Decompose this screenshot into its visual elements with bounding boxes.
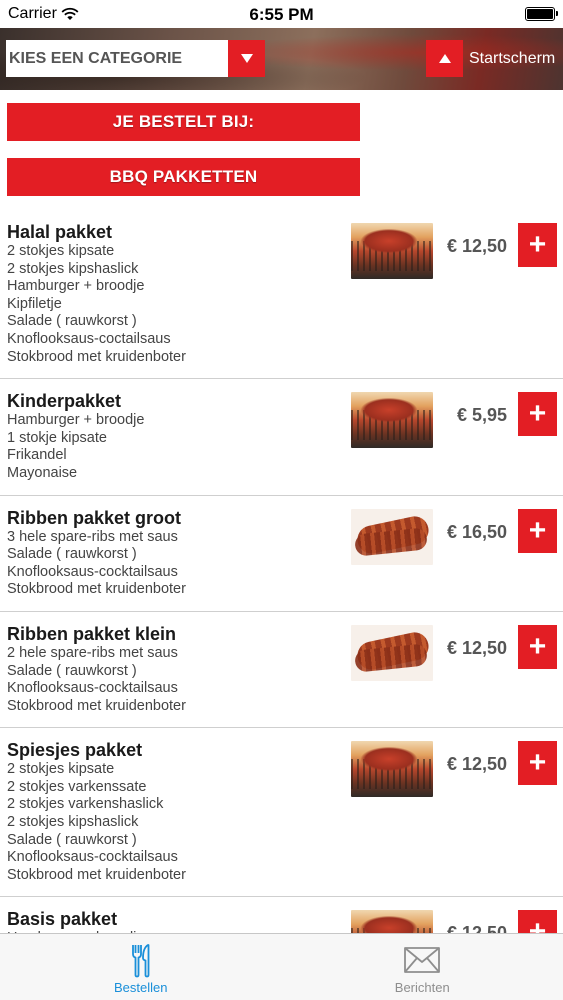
triangle-down-icon bbox=[240, 54, 253, 63]
tab-bar: Bestellen Berichten bbox=[0, 933, 563, 1000]
product-row: Ribben pakket klein 2 hele spare-ribs met… bbox=[0, 612, 563, 729]
product-item-line: Frikandel bbox=[7, 447, 67, 464]
add-to-cart-button[interactable]: + bbox=[518, 508, 557, 553]
category-banner: BBQ PAKKETTEN bbox=[7, 158, 360, 196]
home-arrow bbox=[426, 40, 463, 77]
tab-berichten[interactable]: Berichten bbox=[282, 934, 563, 1000]
product-item-line: Salade ( rauwkorst ) bbox=[7, 831, 137, 848]
product-item-line: 1 stokje kipsate bbox=[7, 429, 107, 446]
product-item-line: Salade ( rauwkorst ) bbox=[7, 313, 137, 330]
product-row: Spiesjes pakket 2 stokjes kipsate 2 stokje… bbox=[0, 728, 563, 898]
product-price: € 12,50 bbox=[446, 637, 507, 658]
product-price: € 12,50 bbox=[446, 236, 507, 256]
add-to-cart-button[interactable]: + bbox=[518, 223, 557, 267]
tab-bestellen[interactable]: Bestellen bbox=[0, 934, 282, 1000]
product-item-line: Stokbrood met kruidenboter bbox=[7, 866, 186, 883]
product-image bbox=[351, 910, 433, 933]
add-to-cart-button[interactable]: + bbox=[518, 624, 557, 669]
product-item-line: Knoflooksaus-cocktailsaus bbox=[7, 563, 178, 580]
product-item-line: Hamburger + broodje bbox=[7, 278, 145, 295]
battery-icon bbox=[525, 7, 558, 21]
add-to-cart-button[interactable]: + bbox=[518, 741, 557, 786]
product-price: € 12,50 bbox=[446, 754, 507, 775]
product-item-line: Stokbrood met kruidenboter bbox=[7, 697, 186, 714]
status-time: 6:55 PM bbox=[249, 5, 314, 24]
product-price: € 12,50 bbox=[447, 923, 507, 933]
product-item-line: 2 stokjes varkenssate bbox=[7, 778, 147, 795]
add-to-cart-button[interactable]: + bbox=[518, 910, 557, 933]
product-item-line: 2 stokjes kipshaslick bbox=[7, 814, 139, 831]
product-price: € 16,50 bbox=[446, 521, 507, 542]
product-image bbox=[351, 508, 433, 565]
product-price: € 5,95 bbox=[456, 405, 507, 426]
product-item-line: Kipfiletje bbox=[7, 295, 62, 312]
product-item-line: Salade ( rauwkorst ) bbox=[7, 662, 137, 679]
product-row: Kinderpakket Hamburger + broodje 1 stokje … bbox=[0, 379, 563, 496]
add-to-cart-button[interactable]: + bbox=[518, 392, 557, 437]
triangle-up-icon bbox=[438, 54, 451, 63]
product-item-line: Knoflooksaus-cocktailsaus bbox=[7, 849, 178, 866]
product-list[interactable]: Halal pakket 2 stokjes kipsate 2 stokjes k… bbox=[0, 210, 563, 933]
product-image bbox=[351, 624, 433, 681]
product-item-line: 2 stokjes kipshaslick bbox=[7, 260, 139, 277]
tab-bestellen-label: Bestellen bbox=[114, 980, 168, 995]
tab-berichten-label: Berichten bbox=[394, 980, 450, 995]
product-item-line: 2 stokjes varkenshaslick bbox=[7, 796, 164, 813]
product-item-line: Salade ( rauwkorst ) bbox=[7, 546, 137, 563]
category-dropdown-button[interactable] bbox=[228, 40, 265, 77]
product-row: Ribben pakket groot 3 hele spare-ribs met… bbox=[0, 496, 563, 612]
product-image bbox=[351, 392, 433, 449]
status-bar: Carrier 6:55 PM bbox=[0, 0, 563, 28]
home-label: Startscherm bbox=[469, 49, 556, 67]
status-carrier: Carrier bbox=[8, 5, 79, 23]
envelope-icon bbox=[404, 947, 441, 973]
product-item-line: Mayonaise bbox=[7, 464, 78, 481]
category-select-label: KIES EEN CATEGORIE bbox=[9, 49, 183, 67]
product-image bbox=[351, 223, 433, 279]
category-select[interactable]: KIES EEN CATEGORIE bbox=[6, 40, 228, 77]
product-row: Basis pakketHamburger + broodjeKipfiletj… bbox=[0, 897, 563, 933]
product-image bbox=[351, 741, 433, 798]
product-item-line: Knoflooksaus-coctailsaus bbox=[7, 330, 171, 347]
header: KIES EEN CATEGORIE Startscherm bbox=[0, 28, 563, 90]
product-item-line: Knoflooksaus-cocktailsaus bbox=[7, 680, 178, 697]
ordering-at-banner: JE BESTELT BIJ: bbox=[7, 103, 360, 141]
fork-knife-icon bbox=[131, 944, 150, 978]
carrier-label: Carrier bbox=[8, 5, 57, 22]
home-button[interactable]: Startscherm bbox=[426, 40, 555, 77]
wifi-icon bbox=[61, 7, 79, 20]
product-row: Halal pakket 2 stokjes kipsate 2 stokjes k… bbox=[0, 210, 563, 380]
product-item-line: Stokbrood met kruidenboter bbox=[7, 581, 186, 598]
product-item-line: Stokbrood met kruidenboter bbox=[7, 348, 186, 365]
